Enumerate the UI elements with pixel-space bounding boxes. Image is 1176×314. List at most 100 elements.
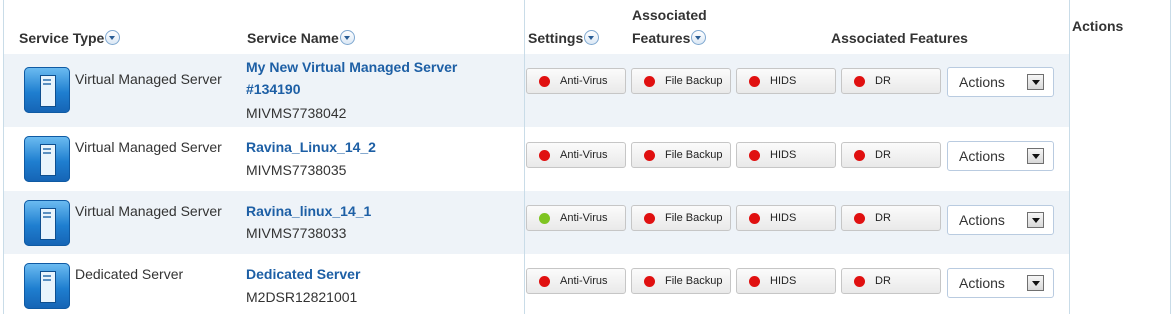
col-header-associated-features-bottom: Features [632, 30, 707, 46]
feature-label: HIDS [770, 275, 797, 287]
status-red-icon [854, 150, 865, 161]
col-header-settings-label: Settings [528, 30, 584, 46]
feature-button-hids[interactable]: HIDS [736, 205, 836, 231]
server-icon [24, 263, 70, 309]
status-red-icon [644, 150, 655, 161]
service-name-link[interactable]: Ravina_Linux_14_2 [246, 136, 376, 158]
feature-button-hids[interactable]: HIDS [736, 268, 836, 294]
col-header-associated-features-2-label: Associated Features [831, 30, 968, 46]
status-red-icon [854, 276, 865, 287]
service-name-link[interactable]: Ravina_linux_14_1 [246, 200, 371, 222]
col-header-associated-label: Associated [632, 7, 707, 23]
server-icon [24, 200, 70, 246]
actions-select[interactable]: Actions [947, 268, 1054, 298]
feature-label: File Backup [665, 275, 723, 287]
actions-select-label: Actions [959, 148, 1005, 164]
col-header-service-name: Service Name [247, 30, 355, 46]
sort-dropdown-icon[interactable] [584, 30, 600, 45]
actions-select[interactable]: Actions [947, 205, 1054, 235]
status-red-icon [854, 76, 865, 87]
col-header-service-name-label: Service Name [247, 30, 339, 46]
feature-label: DR [875, 75, 891, 87]
feature-label: Anti-Virus [560, 75, 608, 87]
feature-button-file-backup[interactable]: File Backup [631, 205, 731, 231]
col-header-settings: Settings [528, 30, 600, 46]
table-row: Dedicated Server Dedicated Server M2DSR1… [3, 254, 1070, 314]
actions-select-label: Actions [959, 275, 1005, 291]
feature-label: File Backup [665, 75, 723, 87]
status-red-icon [539, 150, 550, 161]
status-red-icon [749, 76, 760, 87]
chevron-down-icon[interactable] [1027, 212, 1044, 228]
service-name-line: Dedicated Server [246, 266, 361, 282]
service-type: Virtual Managed Server [75, 71, 222, 87]
status-red-icon [749, 213, 760, 224]
actions-select-label: Actions [959, 212, 1005, 228]
col-header-associated-features-2: Associated Features [831, 30, 968, 46]
feature-button-file-backup[interactable]: File Backup [631, 268, 731, 294]
status-red-icon [539, 276, 550, 287]
feature-button-anti-virus[interactable]: Anti-Virus [526, 68, 626, 94]
feature-label: DR [875, 212, 891, 224]
feature-label: HIDS [770, 75, 797, 87]
sort-dropdown-icon[interactable] [105, 30, 121, 45]
status-red-icon [749, 276, 760, 287]
chevron-down-icon[interactable] [1027, 275, 1044, 291]
sort-dropdown-icon[interactable] [691, 30, 707, 45]
table-border-left [3, 0, 4, 314]
status-red-icon [749, 150, 760, 161]
actions-select[interactable]: Actions [947, 67, 1054, 97]
feature-label: Anti-Virus [560, 149, 608, 161]
service-id: MIVMS7738042 [246, 105, 347, 121]
actions-select[interactable]: Actions [947, 141, 1054, 171]
feature-label: File Backup [665, 149, 723, 161]
feature-button-file-backup[interactable]: File Backup [631, 142, 731, 168]
chevron-down-icon[interactable] [1027, 148, 1044, 164]
server-icon [24, 67, 70, 113]
service-type: Virtual Managed Server [75, 139, 222, 155]
feature-button-dr[interactable]: DR [841, 68, 941, 94]
table-row: Virtual Managed Server Ravina_linux_14_1… [3, 191, 1070, 254]
table-row: Virtual Managed Server My New Virtual Ma… [3, 54, 1070, 127]
feature-label: Anti-Virus [560, 275, 608, 287]
table-row: Virtual Managed Server Ravina_Linux_14_2… [3, 127, 1070, 191]
status-green-icon [539, 213, 550, 224]
column-divider [524, 0, 525, 314]
services-table: Service Type Service Name Settings Assoc… [0, 0, 1176, 314]
feature-button-dr[interactable]: DR [841, 268, 941, 294]
col-header-associated-features-top: Associated [632, 7, 707, 23]
service-name-link[interactable]: Dedicated Server [246, 263, 360, 285]
feature-button-file-backup[interactable]: File Backup [631, 68, 731, 94]
actions-select-label: Actions [959, 74, 1005, 90]
feature-button-anti-virus[interactable]: Anti-Virus [526, 142, 626, 168]
col-header-actions-label: Actions [1072, 18, 1124, 34]
feature-button-dr[interactable]: DR [841, 205, 941, 231]
status-red-icon [644, 76, 655, 87]
feature-label: DR [875, 275, 891, 287]
service-name-line: Ravina_linux_14_1 [246, 203, 372, 219]
feature-label: Anti-Virus [560, 212, 608, 224]
service-type: Virtual Managed Server [75, 203, 222, 219]
service-type: Dedicated Server [75, 266, 184, 282]
service-id: MIVMS7738033 [246, 225, 347, 241]
chevron-down-icon[interactable] [1027, 74, 1044, 90]
service-id: M2DSR12821001 [246, 289, 358, 305]
sort-dropdown-icon[interactable] [339, 30, 355, 45]
table-border-right [1170, 0, 1171, 314]
feature-label: HIDS [770, 212, 797, 224]
feature-label: File Backup [665, 212, 723, 224]
col-header-service-type-label: Service Type [19, 30, 105, 46]
feature-button-hids[interactable]: HIDS [736, 68, 836, 94]
service-name-line: Ravina_Linux_14_2 [246, 139, 376, 155]
col-header-features-label: Features [632, 30, 691, 46]
service-name-line: #134190 [246, 81, 301, 97]
status-red-icon [539, 76, 550, 87]
feature-button-anti-virus[interactable]: Anti-Virus [526, 205, 626, 231]
service-id: MIVMS7738035 [246, 162, 347, 178]
service-name-link[interactable]: My New Virtual Managed Server #134190 [246, 56, 457, 100]
feature-button-dr[interactable]: DR [841, 142, 941, 168]
feature-label: DR [875, 149, 891, 161]
feature-button-anti-virus[interactable]: Anti-Virus [526, 268, 626, 294]
feature-button-hids[interactable]: HIDS [736, 142, 836, 168]
status-red-icon [854, 213, 865, 224]
